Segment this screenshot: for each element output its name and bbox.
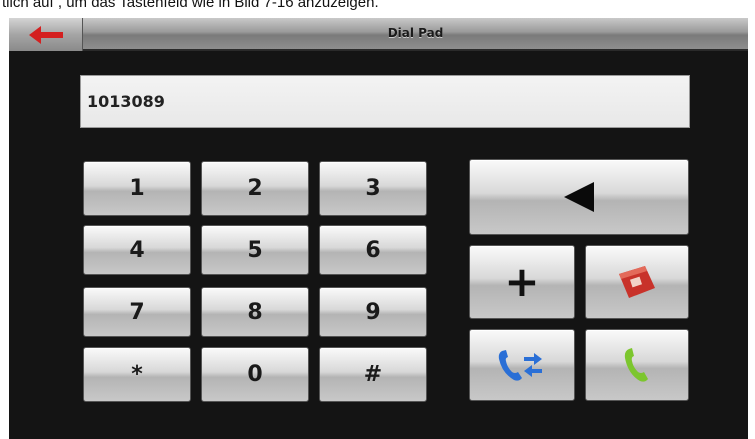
call-transfer-button[interactable]	[469, 329, 575, 401]
call-icon	[622, 346, 652, 384]
key-0[interactable]: 0	[201, 347, 309, 402]
key-3[interactable]: 3	[319, 161, 427, 216]
contacts-button[interactable]	[585, 245, 689, 319]
key-star[interactable]: *	[83, 347, 191, 402]
key-4[interactable]: 4	[83, 225, 191, 275]
page-title: Dial Pad	[387, 26, 444, 40]
key-8[interactable]: 8	[201, 287, 309, 337]
backspace-triangle-icon	[562, 180, 596, 214]
key-2[interactable]: 2	[201, 161, 309, 216]
call-button[interactable]	[585, 329, 689, 401]
plus-button[interactable]: +	[469, 245, 575, 319]
call-transfer-icon	[496, 347, 548, 383]
back-button[interactable]	[9, 18, 83, 51]
key-6[interactable]: 6	[319, 225, 427, 275]
key-5[interactable]: 5	[201, 225, 309, 275]
key-7[interactable]: 7	[83, 287, 191, 337]
dialed-number-field[interactable]: 1013089	[80, 75, 690, 128]
phonebook-icon	[615, 262, 659, 302]
back-arrow-icon	[28, 25, 63, 44]
plus-label: +	[504, 257, 540, 306]
key-9[interactable]: 9	[319, 287, 427, 337]
title-bar: Dial Pad	[9, 18, 748, 51]
device-screen: Dial Pad 1013089 1 2 3 4 5 6 7 8 9 * 0 #…	[9, 18, 748, 439]
page-caption: tlich auf , um das Tastenfeld wie in Bil…	[0, 0, 755, 18]
backspace-button[interactable]	[469, 159, 689, 235]
key-1[interactable]: 1	[83, 161, 191, 216]
key-hash[interactable]: #	[319, 347, 427, 402]
